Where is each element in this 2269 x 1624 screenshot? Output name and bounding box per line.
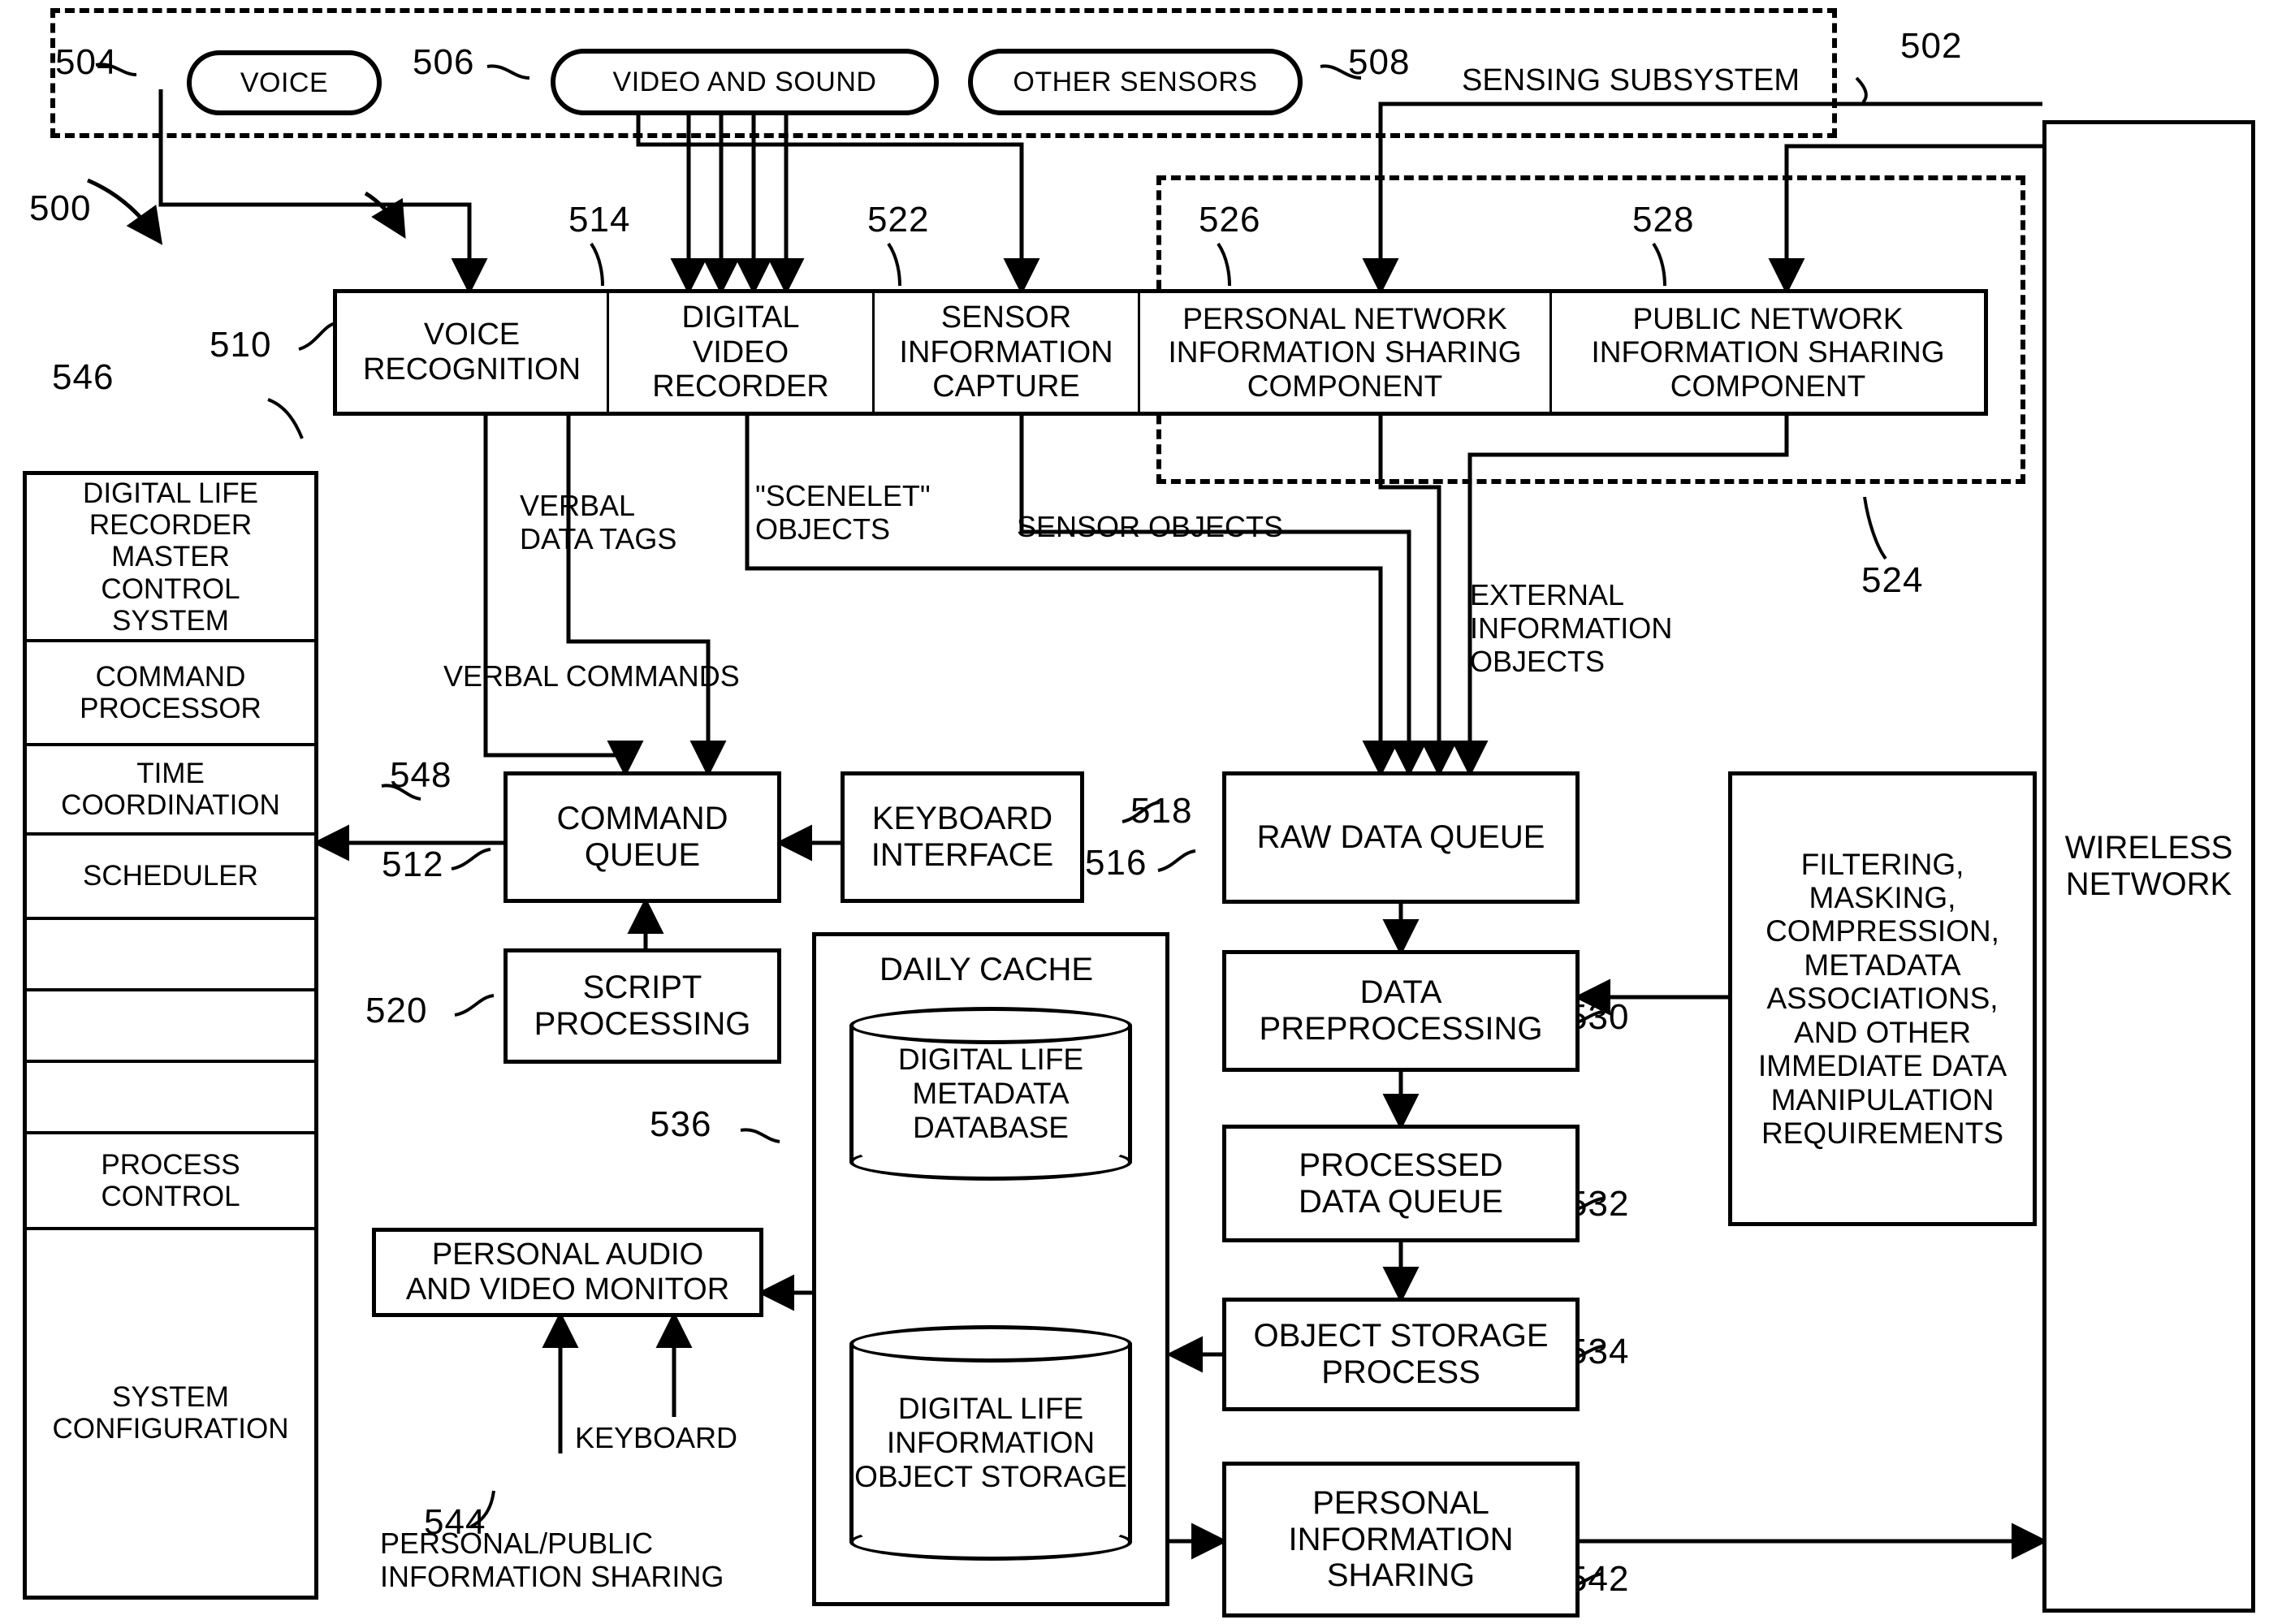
ref-516: 516 <box>1085 843 1147 883</box>
box-command-queue[interactable]: COMMAND QUEUE <box>504 771 781 903</box>
daily-cache-title: DAILY CACHE <box>880 952 1094 987</box>
ref-546: 546 <box>52 357 115 397</box>
box-filtering-requirements: FILTERING, MASKING, COMPRESSION, METADAT… <box>1728 771 2037 1226</box>
sensor-other-sensors[interactable]: OTHER SENSORS <box>968 49 1303 115</box>
label-keyboard: KEYBOARD <box>575 1421 738 1454</box>
ref-524: 524 <box>1861 560 1924 600</box>
mc-row-empty-3[interactable] <box>27 1063 314 1134</box>
store-label: DIGITAL LIFE METADATA DATABASE <box>897 1042 1084 1145</box>
box-script-processing[interactable]: SCRIPT PROCESSING <box>504 948 781 1064</box>
mc-row-title: DIGITAL LIFE RECORDER MASTER CONTROL SYS… <box>27 475 314 642</box>
sensor-video-and-sound-label: VIDEO AND SOUND <box>612 66 877 97</box>
ref-506: 506 <box>413 42 475 82</box>
ref-504: 504 <box>55 42 118 82</box>
ref-522: 522 <box>867 200 930 240</box>
box-personal-network-sharing-label: PERSONAL NETWORK INFORMATION SHARING COM… <box>1168 301 1522 403</box>
sensor-voice[interactable]: VOICE <box>187 50 382 115</box>
master-control-system: DIGITAL LIFE RECORDER MASTER CONTROL SYS… <box>23 471 318 1600</box>
box-wireless-network: WIRELESS NETWORK <box>2042 120 2255 1613</box>
box-sensor-information-capture-label: SENSOR INFORMATION CAPTURE <box>899 300 1113 404</box>
sensor-video-and-sound[interactable]: VIDEO AND SOUND <box>551 49 939 115</box>
sensing-subsystem-label: SENSING SUBSYSTEM <box>1462 63 1800 97</box>
wireless-network-label: WIRELESS NETWORK <box>2064 830 2233 902</box>
ref-536: 536 <box>650 1104 712 1144</box>
box-object-storage-process[interactable]: OBJECT STORAGE PROCESS <box>1222 1298 1580 1411</box>
mc-row-scheduler[interactable]: SCHEDULER <box>27 836 314 920</box>
box-personal-audio-video-monitor[interactable]: PERSONAL AUDIO AND VIDEO MONITOR <box>372 1228 763 1317</box>
mc-row-time-coordination[interactable]: TIME COORDINATION <box>27 746 314 836</box>
mc-row-command-processor[interactable]: COMMAND PROCESSOR <box>27 642 314 746</box>
store-label: DIGITAL LIFE INFORMATION OBJECT STORAGE <box>854 1391 1127 1494</box>
mc-row-system-configuration[interactable]: SYSTEM CONFIGURATION <box>27 1230 314 1596</box>
label-verbal-data-tags: VERBAL DATA TAGS <box>520 489 677 556</box>
ref-518: 518 <box>1130 791 1193 831</box>
label-personal-public-information-sharing: PERSONAL/PUBLIC INFORMATION SHARING <box>380 1527 724 1594</box>
label-sensor-objects: SENSOR OBJECTS <box>1017 510 1284 543</box>
store-digital-life-information-object-storage[interactable]: DIGITAL LIFE INFORMATION OBJECT STORAGE <box>849 1325 1132 1561</box>
ref-526: 526 <box>1199 200 1261 240</box>
box-raw-data-queue[interactable]: RAW DATA QUEUE <box>1222 771 1580 904</box>
box-keyboard-interface[interactable]: KEYBOARD INTERFACE <box>841 771 1084 903</box>
box-personal-network-sharing[interactable]: PERSONAL NETWORK INFORMATION SHARING COM… <box>1138 289 1552 416</box>
filtering-requirements-label: FILTERING, MASKING, COMPRESSION, METADAT… <box>1757 847 2008 1151</box>
patent-figure-500: VOICE VIDEO AND SOUND OTHER SENSORS SENS… <box>0 0 2269 1624</box>
ref-520: 520 <box>365 991 428 1030</box>
box-voice-recognition[interactable]: VOICE RECOGNITION <box>333 289 609 416</box>
box-voice-recognition-label: VOICE RECOGNITION <box>362 317 581 387</box>
box-digital-video-recorder-label: DIGITAL VIDEO RECORDER <box>652 300 829 404</box>
ref-502: 502 <box>1900 26 1963 66</box>
ref-508: 508 <box>1348 42 1411 82</box>
box-public-network-sharing-label: PUBLIC NETWORK INFORMATION SHARING COMPO… <box>1591 301 1945 403</box>
ref-510: 510 <box>210 325 272 365</box>
mc-row-process-control[interactable]: PROCESS CONTROL <box>27 1134 314 1230</box>
label-external-information-objects: EXTERNAL INFORMATION OBJECTS <box>1470 578 1673 679</box>
mc-row-empty-1[interactable] <box>27 920 314 991</box>
ref-528: 528 <box>1632 200 1695 240</box>
sensor-other-sensors-label: OTHER SENSORS <box>1013 66 1258 97</box>
box-sensor-information-capture[interactable]: SENSOR INFORMATION CAPTURE <box>872 289 1140 416</box>
label-scenelet-objects: "SCENELET" OBJECTS <box>755 479 931 546</box>
ref-512: 512 <box>382 844 444 884</box>
label-verbal-commands: VERBAL COMMANDS <box>443 659 740 693</box>
box-personal-information-sharing[interactable]: PERSONAL INFORMATION SHARING <box>1222 1462 1580 1618</box>
mc-row-empty-2[interactable] <box>27 991 314 1063</box>
ref-500: 500 <box>29 188 92 228</box>
box-digital-video-recorder[interactable]: DIGITAL VIDEO RECORDER <box>607 289 875 416</box>
box-processed-data-queue[interactable]: PROCESSED DATA QUEUE <box>1222 1125 1580 1242</box>
box-public-network-sharing[interactable]: PUBLIC NETWORK INFORMATION SHARING COMPO… <box>1549 289 1988 416</box>
ref-514: 514 <box>568 200 631 240</box>
box-data-preprocessing[interactable]: DATA PREPROCESSING <box>1222 950 1580 1072</box>
sensor-voice-label: VOICE <box>240 67 329 98</box>
store-digital-life-metadata-database[interactable]: DIGITAL LIFE METADATA DATABASE <box>849 1007 1132 1181</box>
ref-548: 548 <box>390 755 452 795</box>
